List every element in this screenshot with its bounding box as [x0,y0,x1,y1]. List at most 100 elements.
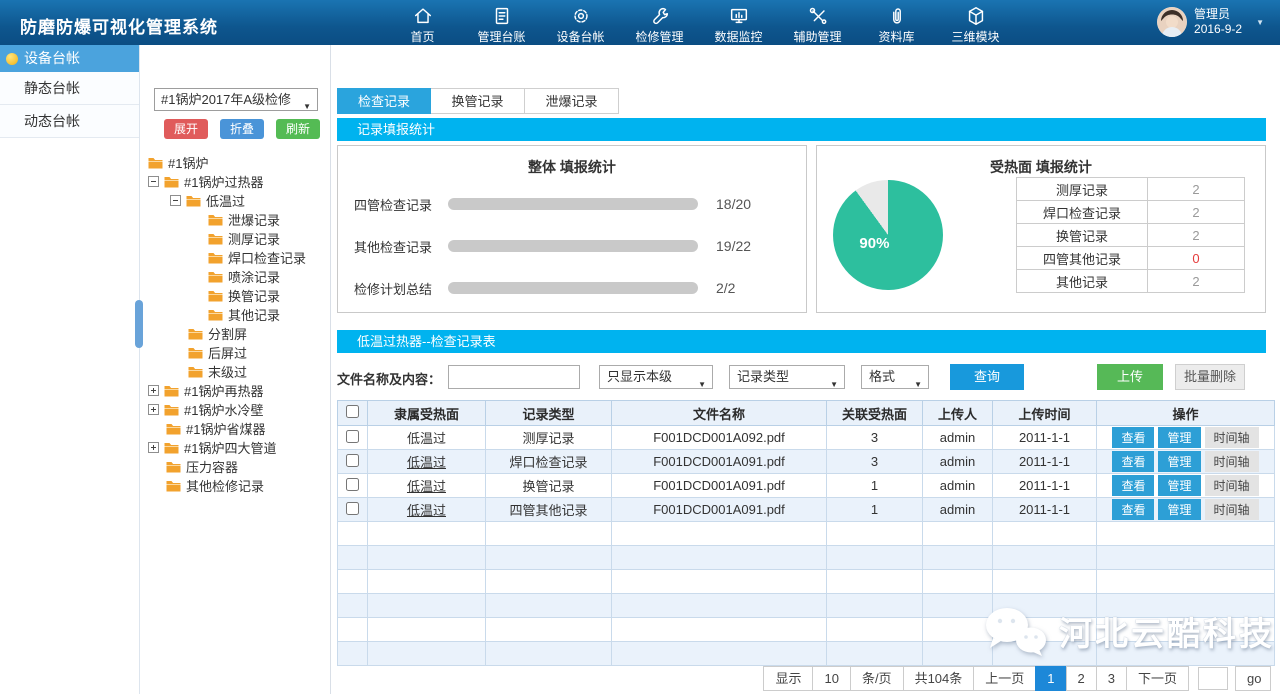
row-checkbox[interactable] [346,478,359,491]
prev-page-button[interactable]: 上一页 [973,666,1036,691]
records-filter-bar: 文件名称及内容： 只显示本级 ▼ 记录类型 ▼ 格式 ▼ 查询 上传 批量删除 [337,358,1266,398]
collapse-icon[interactable] [170,195,181,206]
format-select[interactable]: 格式 ▼ [861,365,929,389]
cell-actions: 查看管理时间轴 [1097,450,1275,474]
expand-icon[interactable] [148,385,159,396]
tree-node-换管记录[interactable]: 换管记录 [140,286,330,305]
view-button[interactable]: 查看 [1112,475,1154,496]
manage-button[interactable]: 管理 [1158,499,1200,520]
search-button[interactable]: 查询 [950,364,1024,390]
cell-surface[interactable]: 低温过 [368,498,486,522]
page-number-2[interactable]: 2 [1066,666,1097,691]
page-size-value[interactable]: 10 [812,666,850,691]
surface-stat-value: 2 [1148,178,1245,201]
tree-node-焊口检查记录[interactable]: 焊口检查记录 [140,248,330,267]
inspection-task-selector[interactable]: #1锅炉2017年A级检修 ▼ [154,88,318,111]
page-number-3[interactable]: 3 [1096,666,1127,691]
empty-table-row [338,642,1275,666]
filename-filter-label: 文件名称及内容： [337,369,441,388]
timeline-button[interactable]: 时间轴 [1205,451,1259,472]
tree-node-测厚记录[interactable]: 测厚记录 [140,229,330,248]
collapse-icon[interactable] [148,176,159,187]
record-type-select[interactable]: 记录类型 ▼ [729,365,845,389]
tree-node-末级过[interactable]: 末级过 [140,362,330,381]
tree-button-刷新[interactable]: 刷新 [276,119,320,139]
app-title: 防磨防爆可视化管理系统 [20,13,218,38]
tree-node-#1锅炉再热器[interactable]: #1锅炉再热器 [140,381,330,400]
tree-node-分割屏[interactable]: 分割屏 [140,324,330,343]
cell-record-type: 测厚记录 [486,426,612,450]
table-row: 低温过 换管记录 F001DCD001A091.pdf 1 admin 2011… [338,474,1275,498]
nav-item-数据监控[interactable]: 数据监控 [699,2,778,45]
tree-node-后屏过[interactable]: 后屏过 [140,343,330,362]
tree-button-展开[interactable]: 展开 [164,119,208,139]
select-all-checkbox[interactable] [346,405,359,418]
cell-surface[interactable]: 低温过 [368,474,486,498]
manage-button[interactable]: 管理 [1158,427,1200,448]
tab-换管记录[interactable]: 换管记录 [431,88,525,114]
tree-node-label: #1锅炉过热器 [184,172,263,191]
batch-delete-button[interactable]: 批量删除 [1175,364,1245,390]
goto-page-button[interactable]: go [1235,666,1271,691]
nav-item-首页[interactable]: 首页 [383,2,462,45]
row-select-cell [338,450,368,474]
timeline-button[interactable]: 时间轴 [1205,427,1259,448]
tree-node-其他检修记录[interactable]: 其他检修记录 [140,476,330,495]
tree-node-#1锅炉过热器[interactable]: #1锅炉过热器 [140,172,330,191]
sidebar-item-动态台帐[interactable]: 动态台帐 [0,105,139,138]
upload-button[interactable]: 上传 [1097,364,1163,390]
view-button[interactable]: 查看 [1112,499,1154,520]
row-checkbox[interactable] [346,502,359,515]
cell-surface[interactable]: 低温过 [368,426,486,450]
row-checkbox[interactable] [346,454,359,467]
timeline-button[interactable]: 时间轴 [1205,499,1259,520]
user-box[interactable]: 管理员 2016-9-2 ▼ [1157,7,1264,37]
user-dropdown-caret-icon[interactable]: ▼ [1256,18,1264,27]
cell-linked-count: 1 [827,498,923,522]
cell-surface[interactable]: 低温过 [368,450,486,474]
nav-item-三维模块[interactable]: 三维模块 [936,2,1015,45]
view-button[interactable]: 查看 [1112,427,1154,448]
tree-node-低温过[interactable]: 低温过 [140,191,330,210]
view-button[interactable]: 查看 [1112,451,1154,472]
tree-node-#1锅炉省煤器[interactable]: #1锅炉省煤器 [140,419,330,438]
pagination-bar: 显示10条/页共104条上一页123下一页go [764,666,1271,691]
folder-icon [188,346,203,359]
scope-select[interactable]: 只显示本级 ▼ [599,365,713,389]
filename-filter-input[interactable] [448,365,580,389]
tree-node-#1锅炉水冷壁[interactable]: #1锅炉水冷壁 [140,400,330,419]
tree-node-喷涂记录[interactable]: 喷涂记录 [140,267,330,286]
next-page-button[interactable]: 下一页 [1126,666,1189,691]
column-header-关联受热面: 关联受热面 [827,401,923,426]
row-checkbox[interactable] [346,430,359,443]
overall-stats-panel: 整体 填报统计 四管检查记录 18/20其他检查记录 19/22检修计划总结 2… [337,145,807,313]
expand-icon[interactable] [148,442,159,453]
sidebar-item-设备台帐[interactable]: 设备台帐 [0,45,139,72]
tab-检查记录[interactable]: 检查记录 [337,88,431,114]
tree-node-#1锅炉四大管道[interactable]: #1锅炉四大管道 [140,438,330,457]
expand-icon[interactable] [148,404,159,415]
surface-stat-value: 2 [1148,224,1245,247]
pager-show-label: 显示 [763,666,813,691]
nav-item-资料库[interactable]: 资料库 [857,2,936,45]
tree-node-其他记录[interactable]: 其他记录 [140,305,330,324]
cell-file-name: F001DCD001A092.pdf [612,426,827,450]
nav-item-辅助管理[interactable]: 辅助管理 [778,2,857,45]
tree-node-泄爆记录[interactable]: 泄爆记录 [140,210,330,229]
tree-node-#1锅炉[interactable]: #1锅炉 [140,153,330,172]
tree-node-压力容器[interactable]: 压力容器 [140,457,330,476]
timeline-button[interactable]: 时间轴 [1205,475,1259,496]
record-type-caret-icon: ▼ [830,374,838,396]
manage-button[interactable]: 管理 [1158,475,1200,496]
nav-item-检修管理[interactable]: 检修管理 [620,2,699,45]
tree-button-折叠[interactable]: 折叠 [220,119,264,139]
goto-page-input[interactable] [1198,667,1228,690]
nav-item-设备台帐[interactable]: 设备台帐 [541,2,620,45]
nav-item-label: 辅助管理 [778,28,857,45]
tab-泄爆记录[interactable]: 泄爆记录 [525,88,619,114]
sidebar-item-静态台帐[interactable]: 静态台帐 [0,72,139,105]
nav-item-管理台账[interactable]: 管理台账 [462,2,541,45]
manage-button[interactable]: 管理 [1158,451,1200,472]
column-header-上传人: 上传人 [923,401,993,426]
page-number-1[interactable]: 1 [1035,666,1066,691]
